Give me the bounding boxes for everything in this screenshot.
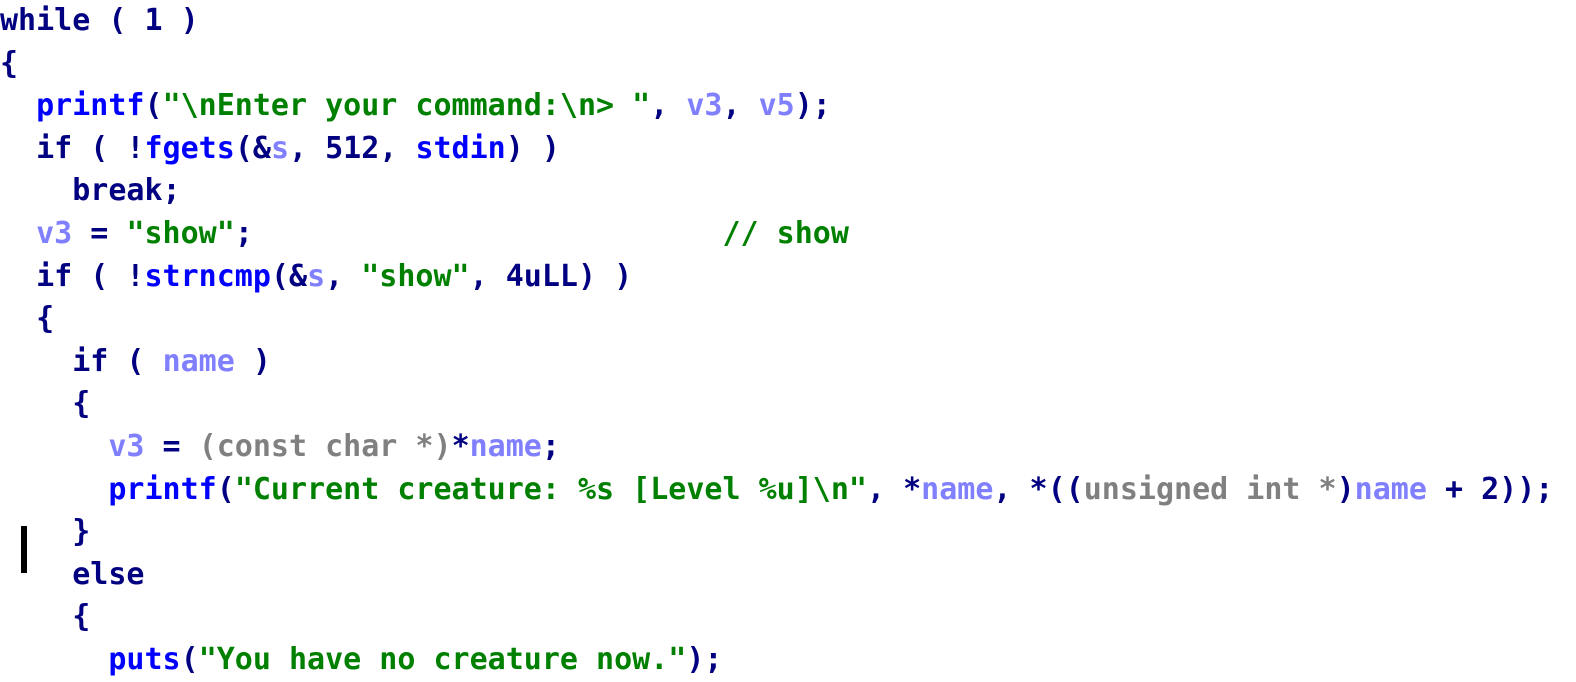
code-token-kw: = [144, 428, 199, 464]
code-token-var: s [270, 130, 289, 166]
code-line[interactable]: break; [0, 170, 1576, 213]
code-token-kw: while ( 1 ) [0, 3, 199, 38]
code-token-kw: ); [686, 641, 723, 677]
code-token-kw: ( [180, 641, 199, 677]
code-token-var: v3 [686, 88, 723, 124]
code-token-kw: ) [1336, 471, 1355, 507]
code-token-var: name [469, 428, 542, 464]
code-token-str: "Current creature: %s [Level %u]\n" [234, 471, 867, 507]
code-token-fn: printf [108, 471, 217, 507]
code-token-fn: strncmp [144, 258, 271, 294]
code-token-cmt: // show [722, 215, 849, 251]
code-token-fn: stdin [415, 130, 506, 166]
code-token-str: "\nEnter your command:\n> " [162, 88, 651, 124]
pseudocode-view[interactable]: while ( 1 ){ printf("\nEnter your comman… [0, 0, 1576, 682]
code-token-kw: break; [0, 173, 181, 209]
code-token-kw: * [451, 428, 470, 464]
code-token-var: v3 [36, 215, 73, 251]
code-token-var: s [307, 258, 326, 294]
code-token-kw: { [0, 386, 91, 422]
code-token-kw: (& [270, 258, 308, 294]
code-line[interactable]: printf("Current creature: %s [Level %u]\… [0, 469, 1576, 512]
code-token-kw [0, 472, 108, 507]
code-token-kw: , 4uLL) ) [469, 258, 633, 294]
code-line[interactable]: { [0, 596, 1576, 639]
code-token-kw: , [650, 88, 687, 124]
code-token-kw [0, 429, 108, 464]
code-token-kw: , [325, 258, 362, 294]
code-token-kw: } [0, 514, 91, 550]
code-line[interactable]: v3 = (const char *)*name; [0, 426, 1576, 469]
code-token-kw: , * [866, 471, 922, 507]
code-token-kw: = [72, 215, 127, 251]
code-line[interactable]: } [0, 511, 1576, 554]
code-token-var: name [1354, 471, 1427, 507]
code-token-kw [253, 216, 723, 251]
code-token-str: "show" [126, 215, 235, 251]
code-token-kw: , 512, [289, 130, 416, 166]
code-token-kw [0, 216, 36, 251]
code-line[interactable]: if ( name ) [0, 341, 1576, 384]
code-token-kw: ) ) [505, 130, 560, 166]
code-token-str: "show" [361, 258, 470, 294]
code-line[interactable]: { [0, 383, 1576, 426]
code-line[interactable]: v3 = "show"; // show [0, 213, 1576, 256]
code-line[interactable]: while ( 1 ) [0, 0, 1576, 43]
code-line[interactable]: else [0, 554, 1576, 597]
code-token-kw [0, 88, 36, 123]
code-line[interactable]: if ( !strncmp(&s, "show", 4uLL) ) [0, 256, 1576, 299]
code-token-var: name [921, 471, 994, 507]
text-caret [21, 526, 27, 573]
code-token-kw: , *(( [993, 471, 1084, 507]
code-token-var: name [162, 343, 235, 379]
code-token-kw: ; [234, 215, 253, 251]
code-token-var: v3 [108, 428, 145, 464]
code-token-kw: { [0, 301, 55, 337]
code-line[interactable]: if ( !fgets(&s, 512, stdin) ) [0, 128, 1576, 171]
code-token-kw: if ( [0, 343, 163, 379]
code-token-kw: { [0, 45, 19, 81]
code-token-type: unsigned int * [1083, 471, 1337, 507]
code-token-var: v5 [758, 88, 795, 124]
code-token-fn: puts [108, 641, 181, 677]
code-token-kw: (& [234, 130, 271, 166]
code-token-kw: + 2)); [1426, 471, 1554, 507]
code-token-kw: { [0, 599, 91, 635]
code-token-str: "You have no creature now." [198, 641, 687, 677]
code-token-kw [0, 642, 108, 677]
code-token-kw: ( [144, 88, 163, 124]
code-token-kw: ) [234, 343, 271, 379]
code-token-kw: if ( ! [0, 130, 145, 166]
code-token-kw: if ( ! [0, 258, 145, 294]
code-token-kw: ; [541, 428, 560, 464]
code-token-kw: ( [216, 471, 235, 507]
code-token-type: (const char *) [198, 428, 452, 464]
code-token-fn: printf [36, 88, 145, 124]
code-line[interactable]: { [0, 298, 1576, 341]
code-token-kw: ); [794, 88, 831, 124]
code-line[interactable]: puts("You have no creature now."); [0, 639, 1576, 682]
code-line[interactable]: printf("\nEnter your command:\n> ", v3, … [0, 85, 1576, 128]
code-token-kw: , [722, 88, 759, 124]
code-line[interactable]: { [0, 43, 1576, 86]
code-listing[interactable]: while ( 1 ){ printf("\nEnter your comman… [0, 0, 1576, 682]
code-token-fn: fgets [144, 130, 235, 166]
